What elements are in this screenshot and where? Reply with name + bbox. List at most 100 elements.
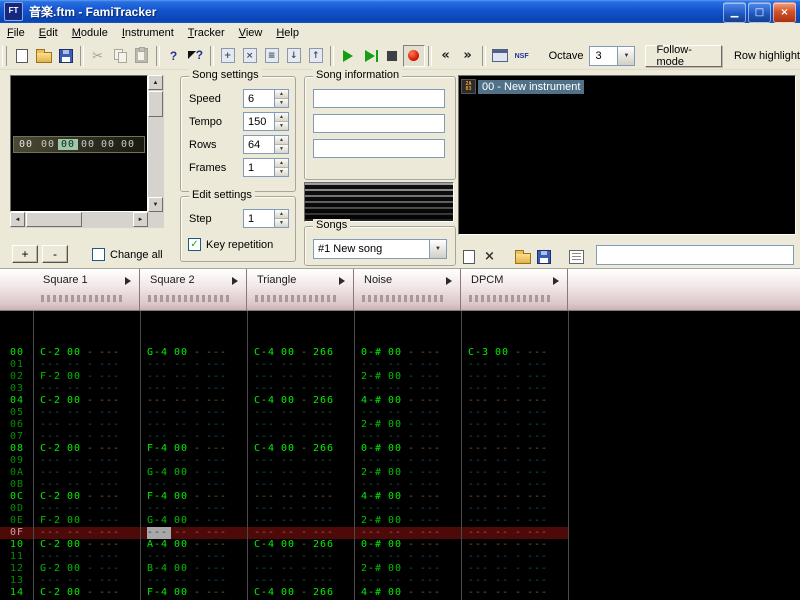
pattern-cell[interactable]: --- -- - --- bbox=[462, 419, 569, 431]
follow-mode-toggle[interactable]: Follow-mode bbox=[645, 44, 722, 68]
cut-button[interactable] bbox=[87, 45, 109, 67]
pattern-row[interactable]: 13 --- -- - --- --- -- - --- --- -- - --- --- -- - --- --… bbox=[0, 575, 569, 587]
pattern-cell[interactable]: F-4 00- --- bbox=[141, 587, 248, 599]
play-pattern-button[interactable] bbox=[359, 45, 381, 67]
pattern-row[interactable]: 0F --- -- - --- --- -- - --- --- -- - --- --- -- - --- --… bbox=[0, 527, 569, 539]
channel-header-noise[interactable]: Noise bbox=[354, 269, 461, 311]
move-frame-up-button[interactable] bbox=[305, 45, 327, 67]
menu-view[interactable]: View bbox=[232, 25, 270, 41]
pattern-row[interactable]: 12 G-2 00- --- B-4 00- --- --- -- - --- 2-# 00- --- --… bbox=[0, 563, 569, 575]
pattern-cell[interactable]: --- -- - --- bbox=[355, 359, 462, 371]
speed-value[interactable]: 6 bbox=[243, 89, 274, 108]
pattern-cell[interactable]: --- -- - --- bbox=[462, 407, 569, 419]
pattern-cell[interactable]: 2-# 00- --- bbox=[355, 419, 462, 431]
pattern-cell[interactable]: --- -- - --- bbox=[248, 359, 355, 371]
pattern-cell[interactable]: --- -- - --- bbox=[248, 515, 355, 527]
pattern-cell[interactable]: --- -- - --- bbox=[248, 527, 355, 539]
pattern-cell[interactable]: F-2 00- --- bbox=[34, 515, 141, 527]
pattern-cell[interactable]: C-4 00-266 bbox=[248, 539, 355, 551]
step-value[interactable]: 1 bbox=[243, 209, 274, 228]
speed-down-button[interactable]: ▼ bbox=[275, 99, 288, 107]
pattern-cell[interactable]: A-4 00- --- bbox=[141, 539, 248, 551]
pattern-cell[interactable]: --- -- - --- bbox=[355, 431, 462, 443]
pattern-cell[interactable]: --- -- - --- bbox=[34, 383, 141, 395]
menu-module[interactable]: Module bbox=[65, 25, 115, 41]
paste-button[interactable] bbox=[131, 45, 153, 67]
pattern-cell[interactable]: C-4 00-266 bbox=[248, 587, 355, 599]
pattern-cell[interactable]: --- -- - --- bbox=[462, 503, 569, 515]
pattern-cell[interactable]: G-4 00- --- bbox=[141, 467, 248, 479]
pattern-row[interactable]: 06 --- -- - --- --- -- - --- --- -- - --- 2-# 00- --- --… bbox=[0, 419, 569, 431]
pattern-cell[interactable]: --- -- - --- bbox=[462, 395, 569, 407]
pattern-row[interactable]: 01 --- -- - --- --- -- - --- --- -- - --- --- -- - --- --… bbox=[0, 359, 569, 371]
pattern-cell[interactable]: --- -- - --- bbox=[248, 419, 355, 431]
channel-header-triangle[interactable]: Triangle bbox=[247, 269, 354, 311]
pattern-cell[interactable]: --- -- - --- bbox=[462, 527, 569, 539]
instrument-list[interactable]: 2A 03 00 - New instrument bbox=[458, 75, 796, 235]
pattern-cell[interactable]: --- -- - --- bbox=[462, 563, 569, 575]
pattern-cell[interactable]: C-4 00-266 bbox=[248, 443, 355, 455]
scroll-left-button[interactable]: ◄ bbox=[10, 212, 25, 227]
pattern-cell[interactable]: G-4 00- --- bbox=[141, 515, 248, 527]
pattern-cell[interactable]: --- -- - --- bbox=[248, 503, 355, 515]
pattern-row[interactable]: 0B --- -- - --- --- -- - --- --- -- - --- --- -- - --- --… bbox=[0, 479, 569, 491]
channel-header-square-1[interactable]: Square 1 bbox=[33, 269, 140, 311]
pattern-cell[interactable]: --- -- - --- bbox=[355, 527, 462, 539]
pattern-row[interactable]: 08 C-2 00- --- F-4 00- --- C-4 00-266 0-# 00- --- --… bbox=[0, 443, 569, 455]
pattern-cell[interactable]: --- -- - --- bbox=[141, 395, 248, 407]
open-file-button[interactable] bbox=[33, 45, 55, 67]
toolbar-grip[interactable] bbox=[2, 45, 7, 66]
song-dropdown-arrow-icon[interactable]: ▼ bbox=[429, 240, 446, 258]
pattern-cell[interactable]: --- -- - --- bbox=[34, 407, 141, 419]
pattern-cell[interactable]: --- -- - --- bbox=[141, 527, 248, 539]
clone-frame-button[interactable] bbox=[261, 45, 283, 67]
pattern-cell[interactable]: 4-# 00- --- bbox=[355, 491, 462, 503]
instrument-item[interactable]: 2A 03 00 - New instrument bbox=[461, 78, 793, 95]
edit-mode-button[interactable] bbox=[402, 44, 425, 67]
pattern-cell[interactable]: --- -- - --- bbox=[248, 491, 355, 503]
stop-button[interactable] bbox=[381, 45, 403, 67]
move-frame-down-button[interactable] bbox=[283, 45, 305, 67]
pattern-cell[interactable]: 0-# 00- --- bbox=[355, 347, 462, 359]
pattern-cell[interactable]: 4-# 00- --- bbox=[355, 395, 462, 407]
pattern-cell[interactable]: C-4 00-266 bbox=[248, 395, 355, 407]
vertical-scrollbar-thumb[interactable] bbox=[148, 91, 163, 117]
frame-pattern-cell[interactable]: 00 bbox=[118, 139, 138, 150]
pattern-cell[interactable]: 0-# 00- --- bbox=[355, 539, 462, 551]
prev-frame-button[interactable] bbox=[435, 45, 457, 67]
frame-pattern-cell[interactable]: 00 bbox=[78, 139, 98, 150]
octave-dropdown-arrow-icon[interactable]: ▼ bbox=[617, 46, 635, 65]
pattern-cell[interactable]: --- -- - --- bbox=[355, 479, 462, 491]
scroll-up-button[interactable]: ▲ bbox=[148, 75, 163, 90]
menu-tracker[interactable]: Tracker bbox=[181, 25, 232, 41]
menu-file[interactable]: File bbox=[0, 25, 32, 41]
pattern-cell[interactable]: --- -- - --- bbox=[462, 359, 569, 371]
pattern-cell[interactable]: --- -- - --- bbox=[34, 419, 141, 431]
rows-down-button[interactable]: ▼ bbox=[275, 145, 288, 153]
remove-frame-button[interactable] bbox=[239, 45, 261, 67]
pattern-cell[interactable]: --- -- - --- bbox=[141, 371, 248, 383]
pattern-row[interactable]: 05 --- -- - --- --- -- - --- --- -- - --- --- -- - --- --… bbox=[0, 407, 569, 419]
tempo-value[interactable]: 150 bbox=[243, 112, 274, 131]
pattern-cell[interactable]: --- -- - --- bbox=[462, 371, 569, 383]
tempo-down-button[interactable]: ▼ bbox=[275, 122, 288, 130]
pattern-row[interactable]: 07 --- -- - --- --- -- - --- --- -- - --- --- -- - --- --… bbox=[0, 431, 569, 443]
load-instrument-button[interactable] bbox=[512, 246, 533, 267]
pattern-row[interactable]: 02 F-2 00- --- --- -- - --- --- -- - --- 2-# 00- --- --… bbox=[0, 371, 569, 383]
pattern-cell[interactable]: --- -- - --- bbox=[141, 419, 248, 431]
pattern-cell[interactable]: --- -- - --- bbox=[462, 383, 569, 395]
pattern-cell[interactable]: --- -- - --- bbox=[462, 443, 569, 455]
maximize-button[interactable]: □ bbox=[748, 2, 771, 23]
pattern-row[interactable]: 0C C-2 00- --- F-4 00- --- --- -- - --- 4-# 00- --- --… bbox=[0, 491, 569, 503]
pattern-cell[interactable]: --- -- - --- bbox=[355, 407, 462, 419]
pattern-cell[interactable]: C-2 00- --- bbox=[34, 443, 141, 455]
module-properties-button[interactable] bbox=[489, 45, 511, 67]
pattern-cell[interactable]: --- -- - --- bbox=[34, 527, 141, 539]
pattern-cell[interactable]: --- -- - --- bbox=[355, 503, 462, 515]
pattern-cell[interactable]: --- -- - --- bbox=[462, 539, 569, 551]
pattern-row[interactable]: 03 --- -- - --- --- -- - --- --- -- - --- --- -- - --- --… bbox=[0, 383, 569, 395]
pattern-cell[interactable]: --- -- - --- bbox=[355, 383, 462, 395]
frame-pattern-cell[interactable]: 00 bbox=[98, 139, 118, 150]
pattern-cell[interactable]: --- -- - --- bbox=[248, 431, 355, 443]
pattern-cell[interactable]: 0-# 00- --- bbox=[355, 443, 462, 455]
